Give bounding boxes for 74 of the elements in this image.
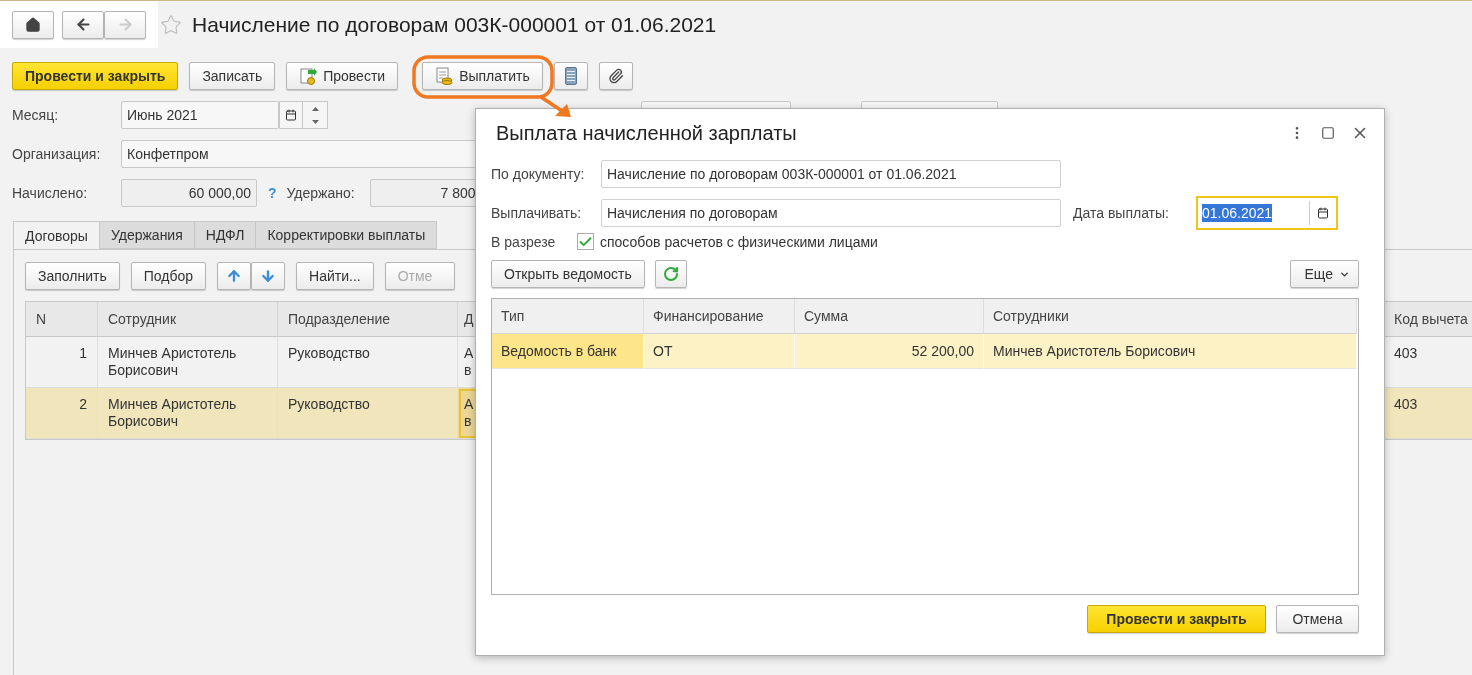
list-button[interactable]: [553, 62, 588, 90]
maximize-icon[interactable]: [1321, 126, 1335, 140]
tab[interactable]: Договоры: [13, 221, 99, 249]
favorite-star-icon[interactable]: [160, 13, 182, 36]
organization-label: Организация:: [12, 146, 102, 162]
column-header[interactable]: Тип: [492, 299, 644, 334]
back-button[interactable]: [62, 10, 104, 39]
pay-field[interactable]: Начисления по договорам: [601, 199, 1061, 227]
move-down-button[interactable]: [251, 262, 286, 290]
column-header[interactable]: N: [26, 302, 98, 337]
column-header[interactable]: Финансирование: [644, 299, 795, 334]
table-cell: 2: [26, 388, 98, 439]
cancel-button[interactable]: Отмена: [1276, 605, 1359, 633]
post-and-close-button[interactable]: Провести и закрыть: [12, 62, 179, 90]
withheld-label: Удержано:: [286, 185, 356, 201]
accrued-label: Начислено:: [12, 185, 89, 201]
month-label: Месяц:: [12, 107, 60, 123]
pay-label: Выплачивать:: [491, 205, 583, 221]
column-header[interactable]: Код вычета: [1384, 302, 1472, 337]
forward-arrow-icon: [116, 16, 134, 33]
down-arrow-icon: [260, 268, 277, 284]
withheld-field: 7 800: [369, 179, 477, 207]
up-arrow-icon: [226, 268, 243, 284]
checkbox[interactable]: [577, 233, 594, 250]
post-button[interactable]: Провести: [286, 62, 399, 90]
table-cell: Руководство: [278, 337, 458, 388]
table-cell: Ведомость в банк: [492, 334, 644, 369]
document-arrow-icon: [299, 67, 318, 85]
list-icon: [564, 67, 577, 85]
more-button[interactable]: Еще: [1289, 260, 1359, 288]
home-button[interactable]: [12, 10, 54, 39]
refresh-button[interactable]: [654, 260, 687, 288]
tab[interactable]: Удержания: [98, 221, 194, 249]
open-statement-button[interactable]: Открыть ведомость: [491, 260, 645, 288]
tab[interactable]: Корректировки выплаты: [255, 221, 438, 249]
calendar-button[interactable]: [279, 101, 303, 129]
month-spinner[interactable]: [303, 101, 328, 129]
panel-button[interactable]: Найти...: [296, 262, 374, 290]
attach-button[interactable]: [598, 62, 633, 90]
accrued-field: 60 000,00: [121, 179, 257, 207]
date-field[interactable]: 01.06.2021: [1196, 196, 1338, 230]
home-icon: [25, 16, 41, 33]
calendar-icon: [285, 109, 297, 121]
checkbox-label: способов расчетов с физическими лицами: [600, 233, 878, 250]
refresh-icon: [662, 266, 679, 282]
column-header[interactable]: Сумма: [795, 299, 984, 334]
paperclip-icon: [607, 68, 624, 84]
move-up-button[interactable]: [217, 262, 252, 290]
document-title: Начисление по договорам 003К-000001 от 01.06.2021: [192, 12, 717, 37]
document-coins-icon: [435, 67, 454, 85]
tab[interactable]: НДФЛ: [193, 221, 256, 249]
calendar-icon: [1317, 207, 1329, 219]
table-cell: ОТ: [644, 334, 795, 369]
table-cell: Минчев Аристотель Борисович: [984, 334, 1357, 369]
table-cell: Минчев Аристотель Борисович: [98, 337, 278, 388]
pay-button[interactable]: Выплатить: [422, 62, 543, 90]
document-field[interactable]: Начисление по договорам 003К-000001 от 01.06.2021: [601, 160, 1061, 188]
save-button[interactable]: Записать: [189, 62, 276, 90]
column-header[interactable]: Сотрудник: [98, 302, 278, 337]
document-label: По документу:: [491, 166, 586, 182]
panel-button[interactable]: Подбор: [130, 262, 207, 290]
breakdown-label: В разрезе: [491, 233, 557, 250]
callout-arrow: [540, 96, 573, 118]
table-cell: 52 200,00: [795, 334, 984, 369]
column-header[interactable]: Подразделение: [278, 302, 458, 337]
table-cell: 403: [1384, 388, 1472, 439]
table-cell: 1: [26, 337, 98, 388]
column-header[interactable]: Сотрудники: [984, 299, 1357, 334]
table-cell: Минчев Аристотель Борисович: [98, 388, 278, 439]
panel-button[interactable]: Заполнить: [25, 262, 120, 290]
date-label: Дата выплаты:: [1073, 205, 1170, 221]
post-and-close-button[interactable]: Провести и закрыть: [1087, 605, 1266, 633]
month-field[interactable]: Июнь 2021: [121, 101, 279, 129]
table-cell: Руководство: [278, 388, 458, 439]
